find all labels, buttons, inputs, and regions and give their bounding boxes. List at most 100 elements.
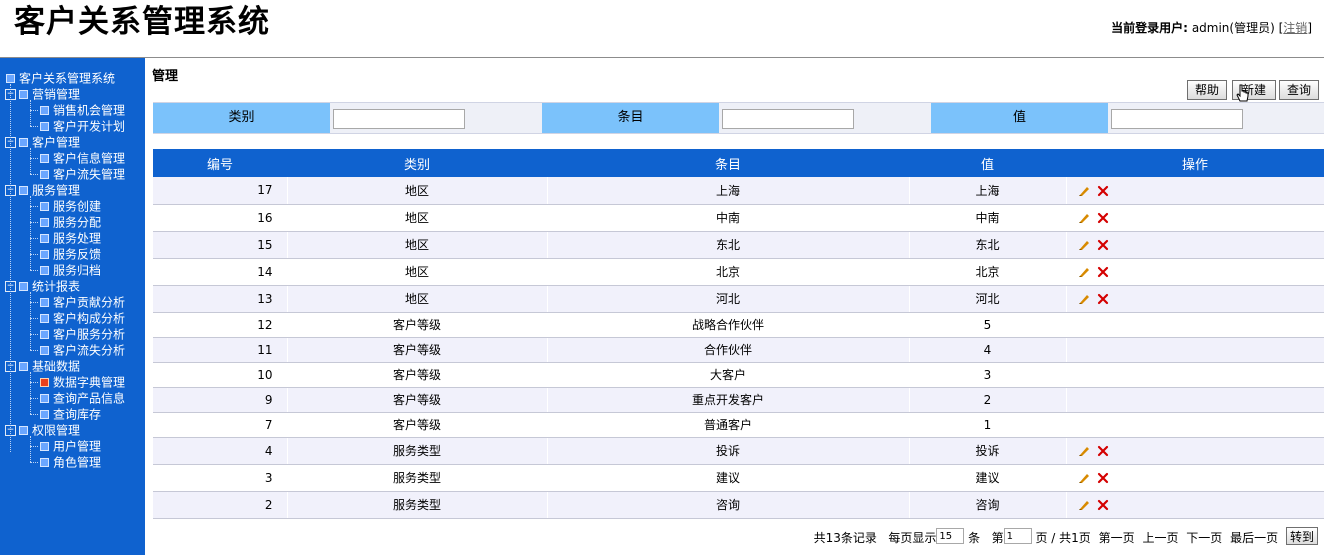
go-button[interactable]: 转到 xyxy=(1285,527,1318,545)
cell-id: 10 xyxy=(153,362,288,388)
tree-connector xyxy=(30,398,38,399)
sidebar-item-root[interactable]: 客户关系管理系统 xyxy=(6,70,115,86)
last-page-link[interactable]: 最后一页 xyxy=(1230,531,1278,545)
query-button[interactable]: 查询 xyxy=(1279,80,1319,100)
tree-node-icon xyxy=(40,394,49,403)
sidebar-group-4[interactable]: − 基础数据 xyxy=(5,358,80,374)
edit-pencil-icon[interactable] xyxy=(1077,471,1091,485)
tree-node-icon xyxy=(40,250,49,259)
tree-connector xyxy=(30,334,38,335)
cell-category: 客户等级 xyxy=(287,387,548,413)
sidebar-item-2-2[interactable]: 服务处理 xyxy=(40,230,101,246)
delete-x-icon[interactable] xyxy=(1097,266,1109,278)
cell-actions xyxy=(1066,464,1324,492)
item-input[interactable] xyxy=(722,109,854,129)
value-label: 值 xyxy=(931,103,1108,133)
tree-connector xyxy=(30,462,38,463)
category-input[interactable] xyxy=(333,109,465,129)
tree-node-label: 统计报表 xyxy=(32,279,81,294)
delete-x-icon[interactable] xyxy=(1097,445,1109,457)
sidebar-item-5-1[interactable]: 角色管理 xyxy=(40,454,101,470)
cell-category: 地区 xyxy=(287,177,548,205)
cell-value: 上海 xyxy=(909,177,1067,205)
delete-x-icon[interactable] xyxy=(1097,293,1109,305)
sidebar-item-4-2[interactable]: 查询库存 xyxy=(40,406,101,422)
cell-id: 13 xyxy=(153,285,288,313)
page-prefix: 第 xyxy=(991,531,1004,545)
table-row: 7 客户等级 普通客户 1 xyxy=(153,412,1324,438)
sidebar-group-3[interactable]: − 统计报表 xyxy=(5,278,80,294)
sidebar-item-0-0[interactable]: 销售机会管理 xyxy=(40,102,125,118)
edit-pencil-icon[interactable] xyxy=(1077,292,1091,306)
sidebar-item-1-0[interactable]: 客户信息管理 xyxy=(40,150,125,166)
cell-item: 咨询 xyxy=(547,491,910,519)
sidebar-group-1[interactable]: − 客户管理 xyxy=(5,134,80,150)
cell-value: 咨询 xyxy=(909,491,1067,519)
next-page-link[interactable]: 下一页 xyxy=(1186,531,1222,545)
page-number-input[interactable] xyxy=(1003,528,1032,544)
value-input[interactable] xyxy=(1111,109,1243,129)
column-header-value: 值 xyxy=(909,149,1066,177)
tree-connector xyxy=(30,158,38,159)
edit-pencil-icon[interactable] xyxy=(1077,211,1091,225)
sidebar-item-2-3[interactable]: 服务反馈 xyxy=(40,246,101,262)
sidebar-group-2[interactable]: − 服务管理 xyxy=(5,182,80,198)
cell-value: 建议 xyxy=(909,464,1067,492)
help-button[interactable]: 帮助 xyxy=(1187,80,1227,100)
sidebar-item-2-1[interactable]: 服务分配 xyxy=(40,214,101,230)
tree-node-label: 客户流失管理 xyxy=(53,167,126,182)
sidebar-item-0-1[interactable]: 客户开发计划 xyxy=(40,118,125,134)
tree-connector xyxy=(30,318,38,319)
prev-page-link[interactable]: 上一页 xyxy=(1142,531,1178,545)
tree-node-icon xyxy=(40,266,49,275)
cell-id: 7 xyxy=(153,412,288,438)
tree-node-label: 客户信息管理 xyxy=(53,151,126,166)
sidebar-item-4-1[interactable]: 查询产品信息 xyxy=(40,390,125,406)
cell-value: 2 xyxy=(909,387,1067,413)
edit-pencil-icon[interactable] xyxy=(1077,184,1091,198)
cell-item: 北京 xyxy=(547,258,910,286)
cell-id: 4 xyxy=(153,437,288,465)
main-panel: 管理 帮助 新建 查询 类别 条目 值 编号 类别 条目 值 操作 17 地区 上海… xyxy=(145,58,1324,555)
sidebar-item-3-3[interactable]: 客户流失分析 xyxy=(40,342,125,358)
sidebar-item-3-2[interactable]: 客户服务分析 xyxy=(40,326,125,342)
cell-value: 中南 xyxy=(909,204,1067,232)
per-page-input[interactable] xyxy=(936,528,965,544)
table-row: 16 地区 中南 中南 xyxy=(153,204,1324,232)
cell-category: 地区 xyxy=(287,231,548,259)
sidebar-item-2-4[interactable]: 服务归档 xyxy=(40,262,101,278)
section-title: 管理 xyxy=(152,69,179,84)
tree-node-label: 服务归档 xyxy=(53,263,102,278)
sidebar-group-5[interactable]: − 权限管理 xyxy=(5,422,80,438)
edit-pencil-icon[interactable] xyxy=(1077,265,1091,279)
cell-actions xyxy=(1066,387,1324,413)
delete-x-icon[interactable] xyxy=(1097,472,1109,484)
logout-link[interactable]: 注销 xyxy=(1283,21,1307,35)
table-header-row: 编号 类别 条目 值 操作 xyxy=(153,149,1324,177)
delete-x-icon[interactable] xyxy=(1097,239,1109,251)
delete-x-icon[interactable] xyxy=(1097,185,1109,197)
sidebar-item-5-0[interactable]: 用户管理 xyxy=(40,438,101,454)
delete-x-icon[interactable] xyxy=(1097,212,1109,224)
edit-pencil-icon[interactable] xyxy=(1077,238,1091,252)
sidebar-tree: 客户关系管理系统 − 营销管理 销售机会管理 客户开发计划 − 客户管理 客户信息管理 客户流失… xyxy=(0,58,145,555)
tree-node-label: 查询库存 xyxy=(53,407,102,422)
tree-connector xyxy=(30,292,31,350)
tree-node-icon xyxy=(6,74,15,83)
sidebar-item-3-0[interactable]: 客户贡献分析 xyxy=(40,294,125,310)
login-user: admin(管理员) xyxy=(1191,21,1275,35)
category-label: 类别 xyxy=(153,103,330,133)
edit-pencil-icon[interactable] xyxy=(1077,444,1091,458)
sidebar-item-1-1[interactable]: 客户流失管理 xyxy=(40,166,125,182)
cell-id: 16 xyxy=(153,204,288,232)
cell-id: 2 xyxy=(153,491,288,519)
first-page-link[interactable]: 第一页 xyxy=(1099,531,1135,545)
delete-x-icon[interactable] xyxy=(1097,499,1109,511)
sidebar-item-3-1[interactable]: 客户构成分析 xyxy=(40,310,125,326)
cell-id: 14 xyxy=(153,258,288,286)
sidebar-item-2-0[interactable]: 服务创建 xyxy=(40,198,101,214)
edit-pencil-icon[interactable] xyxy=(1077,498,1091,512)
sidebar-item-4-0[interactable]: 数据字典管理 xyxy=(40,374,125,390)
sidebar-group-0[interactable]: − 营销管理 xyxy=(5,86,80,102)
cell-actions xyxy=(1066,231,1324,259)
